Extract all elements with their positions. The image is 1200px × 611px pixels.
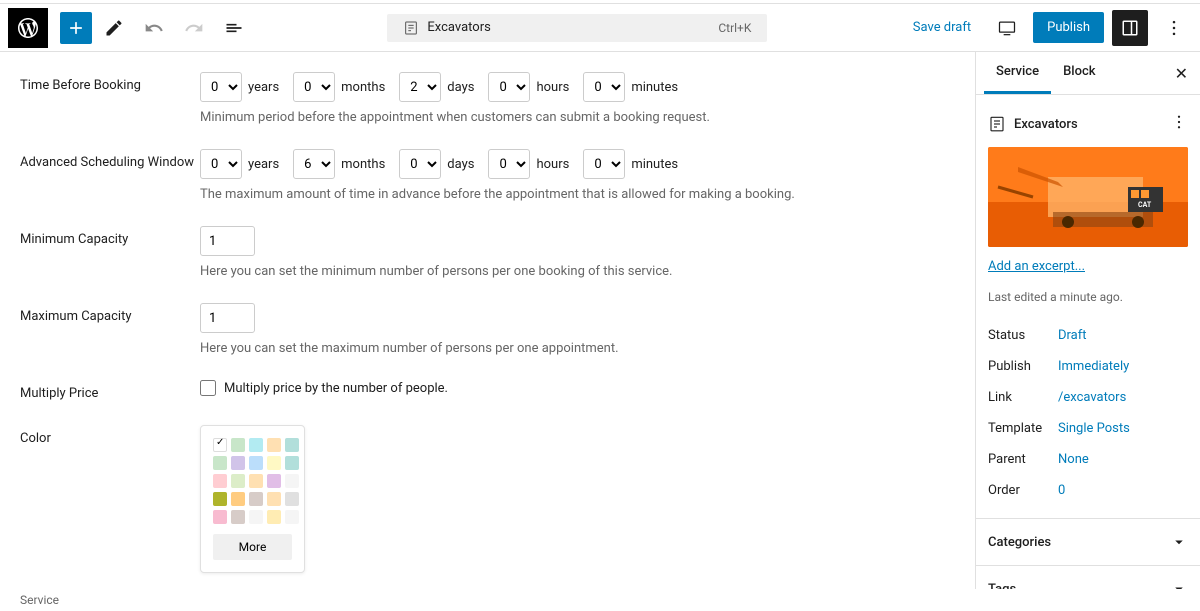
color-swatch[interactable] [267,438,281,452]
adv-window-help: The maximum amount of time in advance be… [200,187,955,202]
settings-sidebar: Service Block ✕ Excavators [975,52,1200,589]
adv-window-years[interactable]: 0 [200,149,242,179]
max-capacity-label: Maximum Capacity [20,303,200,356]
time-before-months[interactable]: 0 [293,72,335,102]
color-swatch[interactable] [249,456,263,470]
color-swatch[interactable] [285,492,299,506]
min-capacity-label: Minimum Capacity [20,226,200,279]
color-swatch[interactable] [285,438,299,452]
wordpress-logo[interactable] [8,8,48,48]
publish-label: Publish [988,359,1058,374]
adv-window-hours[interactable]: 0 [488,149,530,179]
document-icon [988,115,1006,133]
tab-block[interactable]: Block [1051,52,1107,94]
time-before-label: Time Before Booking [20,72,200,125]
document-title-bar[interactable]: Excavators Ctrl+K [387,14,767,42]
color-swatch[interactable] [213,492,227,506]
parent-value[interactable]: None [1058,452,1089,467]
color-swatch[interactable] [267,474,281,488]
color-swatch[interactable] [231,474,245,488]
multiply-price-label: Multiply Price [20,380,200,401]
shortcut-hint: Ctrl+K [718,21,751,35]
toolbar: Excavators Ctrl+K Save draft Publish [0,4,1200,52]
time-before-help: Minimum period before the appointment wh… [200,110,955,125]
color-swatch[interactable] [231,492,245,506]
add-excerpt-link[interactable]: Add an excerpt... [988,259,1188,274]
template-value[interactable]: Single Posts [1058,421,1130,436]
sidebar-options-icon[interactable] [1170,113,1188,135]
redo-button[interactable] [176,10,212,46]
featured-image[interactable]: CAT [988,147,1188,247]
tags-panel[interactable]: Tags [976,565,1200,589]
color-swatch[interactable] [285,456,299,470]
color-swatch[interactable] [249,492,263,506]
order-value[interactable]: 0 [1058,483,1065,498]
status-value[interactable]: Draft [1058,328,1087,343]
undo-button[interactable] [136,10,172,46]
sidebar-doc-title: Excavators [1014,117,1078,132]
edit-mode-button[interactable] [96,10,132,46]
color-swatch[interactable] [285,474,299,488]
color-swatch[interactable] [249,438,263,452]
color-swatch[interactable] [267,456,281,470]
time-before-days[interactable]: 2 [399,72,441,102]
adv-window-label: Advanced Scheduling Window [20,149,200,202]
adv-window-days[interactable]: 0 [399,149,441,179]
chevron-down-icon [1170,533,1188,551]
adv-window-months[interactable]: 6 [293,149,335,179]
time-before-years[interactable]: 0 [200,72,242,102]
options-menu-button[interactable] [1156,10,1192,46]
document-overview-button[interactable] [216,10,252,46]
chevron-down-icon [1170,580,1188,589]
color-label: Color [20,425,200,573]
min-capacity-input[interactable] [200,226,255,256]
color-swatch[interactable] [267,510,281,524]
time-before-minutes[interactable]: 0 [583,72,625,102]
color-swatch[interactable] [213,438,227,452]
settings-panel-toggle[interactable] [1112,10,1148,46]
max-capacity-help: Here you can set the maximum number of p… [200,341,955,356]
preview-button[interactable] [989,10,1025,46]
color-swatch[interactable] [231,438,245,452]
tab-service[interactable]: Service [984,52,1051,94]
color-more-button[interactable]: More [213,534,292,560]
publish-button[interactable]: Publish [1033,12,1104,43]
multiply-price-checkbox-label: Multiply price by the number of people. [224,381,448,396]
color-swatch[interactable] [267,492,281,506]
publish-value[interactable]: Immediately [1058,359,1129,374]
add-block-button[interactable] [60,12,92,44]
order-label: Order [988,483,1058,498]
adv-window-minutes[interactable]: 0 [583,149,625,179]
color-swatch[interactable] [285,510,299,524]
footer-breadcrumb: Service [20,589,1200,611]
parent-label: Parent [988,452,1058,467]
svg-text:CAT: CAT [1138,201,1152,209]
color-swatch[interactable] [231,510,245,524]
link-label: Link [988,390,1058,405]
last-edited-text: Last edited a minute ago. [988,290,1188,304]
multiply-price-checkbox[interactable] [200,380,216,396]
color-swatch[interactable] [231,456,245,470]
document-title-text: Excavators [427,20,490,35]
status-label: Status [988,328,1058,343]
close-sidebar-button[interactable]: ✕ [1171,60,1192,87]
color-picker: More [200,425,305,573]
min-capacity-help: Here you can set the minimum number of p… [200,264,955,279]
max-capacity-input[interactable] [200,303,255,333]
time-before-hours[interactable]: 0 [488,72,530,102]
color-swatch[interactable] [249,474,263,488]
color-swatch[interactable] [213,456,227,470]
save-draft-button[interactable]: Save draft [903,14,981,41]
color-swatch[interactable] [249,510,263,524]
template-label: Template [988,421,1058,436]
link-value[interactable]: /excavators [1058,390,1126,405]
categories-panel[interactable]: Categories [976,518,1200,565]
color-swatch[interactable] [213,474,227,488]
color-swatch[interactable] [213,510,227,524]
